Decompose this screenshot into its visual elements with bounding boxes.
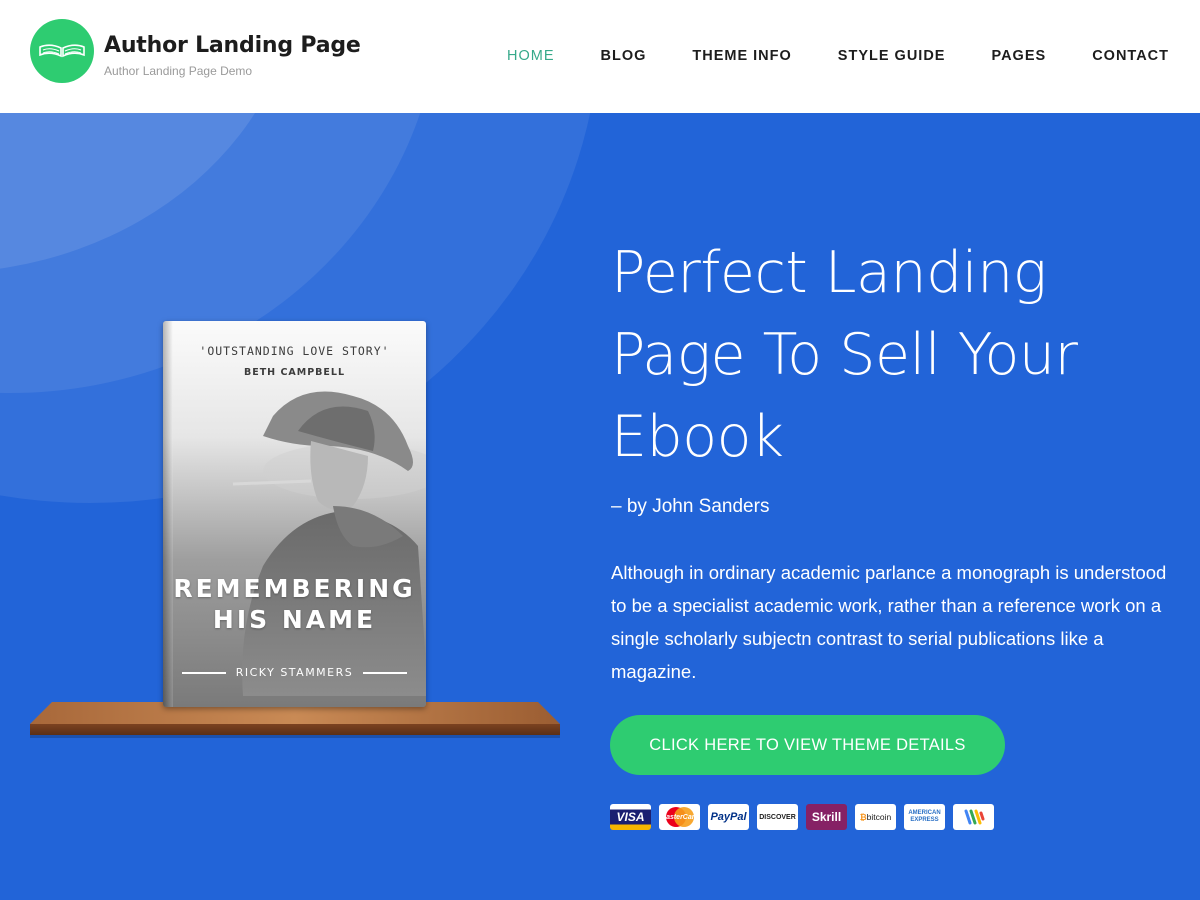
nav-theme-info[interactable]: THEME INFO bbox=[692, 48, 791, 64]
payment-methods: VISA MasterCard PayPal DISCOVER Skrill ₿… bbox=[610, 804, 994, 830]
nav-pages[interactable]: PAGES bbox=[991, 48, 1046, 64]
hero-title: Perfect Landing Page To Sell Your Ebook bbox=[611, 240, 1078, 470]
book-byline: RICKY STAMMERS bbox=[163, 666, 426, 679]
hero-description: Although in ordinary academic parlance a… bbox=[611, 562, 1167, 682]
book-title-line: HIS NAME bbox=[212, 605, 377, 634]
visa-label: VISA bbox=[616, 810, 645, 824]
bitcoin-icon: ₿ bitcoin bbox=[855, 804, 896, 830]
open-book-icon bbox=[39, 44, 85, 58]
skrill-label: Skrill bbox=[811, 810, 842, 824]
book-cover: 'OUTSTANDING LOVE STORY' BETH CAMPBELL R… bbox=[163, 321, 426, 707]
paypal-icon: PayPal bbox=[708, 804, 749, 830]
theme-details-button[interactable]: CLICK HERE TO VIEW THEME DETAILS bbox=[610, 715, 1005, 775]
visa-icon: VISA bbox=[610, 804, 651, 830]
mastercard-icon: MasterCard bbox=[659, 804, 700, 830]
book-spine bbox=[163, 321, 173, 707]
divider bbox=[363, 672, 408, 674]
book-quote: 'OUTSTANDING LOVE STORY' bbox=[199, 344, 390, 358]
logo[interactable] bbox=[30, 19, 94, 83]
amex-label: EXPRESS bbox=[910, 817, 939, 823]
google-wallet-icon bbox=[953, 804, 994, 830]
nav-contact[interactable]: CONTACT bbox=[1092, 48, 1169, 64]
mastercard-label: MasterCard bbox=[660, 813, 699, 821]
skrill-icon: Skrill bbox=[806, 804, 847, 830]
discover-icon: DISCOVER bbox=[757, 804, 798, 830]
bitcoin-label: bitcoin bbox=[866, 812, 892, 822]
book-cover-author: BETH CAMPBELL bbox=[243, 367, 346, 378]
discover-label: DISCOVER bbox=[759, 813, 796, 821]
hero-section: 'OUTSTANDING LOVE STORY' BETH CAMPBELL R… bbox=[0, 113, 1200, 900]
wallet-mark bbox=[964, 809, 984, 825]
nav-style-guide[interactable]: STYLE GUIDE bbox=[838, 48, 946, 64]
paypal-label: PayPal bbox=[710, 811, 747, 823]
book-title: REMEMBERING HIS NAME bbox=[163, 573, 426, 635]
nav-blog[interactable]: BLOG bbox=[600, 48, 646, 64]
american-express-icon: AMERICAN EXPRESS bbox=[904, 804, 945, 830]
bitcoin-symbol: ₿ bbox=[859, 812, 867, 822]
nav-home[interactable]: HOME bbox=[507, 48, 555, 64]
book-title-line: REMEMBERING bbox=[173, 574, 416, 603]
site-tagline: Author Landing Page Demo bbox=[104, 64, 253, 78]
site-header: Author Landing Page Author Landing Page … bbox=[0, 0, 1200, 113]
main-nav: HOME BLOG THEME INFO STYLE GUIDE PAGES C… bbox=[461, 48, 1169, 64]
divider bbox=[181, 672, 226, 674]
wooden-shelf bbox=[30, 702, 560, 738]
man-in-hat-illustration bbox=[232, 391, 426, 696]
hero-author: – by John Sanders bbox=[611, 496, 770, 517]
book-byline-text: RICKY STAMMERS bbox=[235, 666, 354, 679]
site-title[interactable]: Author Landing Page bbox=[104, 33, 361, 58]
amex-label: AMERICAN bbox=[908, 810, 941, 816]
